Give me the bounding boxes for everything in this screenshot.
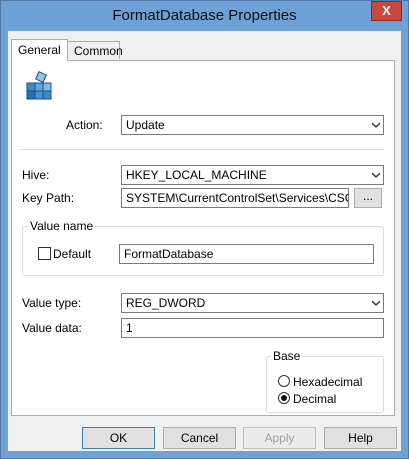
value-data-input[interactable]: 1 bbox=[121, 318, 384, 338]
general-tab-panel: Action: Update Hive: HKEY_LOCAL_MACHINE … bbox=[11, 60, 395, 416]
base-group-title: Base bbox=[271, 349, 303, 363]
hive-label: Hive: bbox=[22, 168, 50, 182]
registry-icon bbox=[23, 69, 57, 103]
help-button[interactable]: Help bbox=[324, 427, 397, 449]
decimal-radio[interactable] bbox=[278, 392, 290, 404]
value-type-value: REG_DWORD bbox=[126, 296, 206, 310]
decimal-radio-label: Decimal bbox=[293, 392, 337, 406]
window-title: FormatDatabase Properties bbox=[112, 7, 297, 24]
chevron-down-icon bbox=[372, 122, 380, 128]
value-name-input[interactable]: FormatDatabase bbox=[119, 244, 374, 264]
action-value: Update bbox=[126, 118, 165, 132]
default-checkbox[interactable] bbox=[38, 247, 51, 260]
tab-common[interactable]: Common bbox=[67, 41, 123, 59]
hexadecimal-radio[interactable] bbox=[278, 375, 290, 387]
properties-dialog: FormatDatabase Properties X General Comm… bbox=[0, 0, 409, 459]
key-path-input[interactable]: SYSTEM\CurrentControlSet\Services\CSC\Pa… bbox=[121, 188, 349, 208]
value-name-group-title: Value name bbox=[28, 219, 96, 233]
hive-select[interactable]: HKEY_LOCAL_MACHINE bbox=[121, 165, 384, 185]
tab-general[interactable]: General bbox=[11, 39, 68, 61]
close-icon: X bbox=[382, 3, 391, 18]
hive-value: HKEY_LOCAL_MACHINE bbox=[126, 168, 267, 182]
default-checkbox-label: Default bbox=[53, 247, 92, 261]
value-type-select[interactable]: REG_DWORD bbox=[121, 293, 384, 313]
key-path-browse-button[interactable]: ... bbox=[354, 188, 382, 208]
hexadecimal-radio-label: Hexadecimal bbox=[293, 375, 363, 389]
action-select[interactable]: Update bbox=[121, 115, 384, 135]
apply-button[interactable]: Apply bbox=[243, 427, 316, 449]
dialog-client-area: General Common Action: Update Hive: HKEY… bbox=[8, 31, 401, 451]
separator bbox=[20, 149, 384, 150]
ok-button[interactable]: OK bbox=[82, 427, 155, 449]
chevron-down-icon bbox=[372, 300, 380, 306]
title-bar[interactable]: FormatDatabase Properties X bbox=[1, 1, 408, 31]
value-type-label: Value type: bbox=[22, 296, 82, 310]
cancel-button[interactable]: Cancel bbox=[163, 427, 236, 449]
close-button[interactable]: X bbox=[371, 1, 402, 21]
value-data-label: Value data: bbox=[22, 321, 82, 335]
chevron-down-icon bbox=[372, 172, 380, 178]
action-label: Action: bbox=[66, 118, 103, 132]
key-path-label: Key Path: bbox=[22, 191, 75, 205]
